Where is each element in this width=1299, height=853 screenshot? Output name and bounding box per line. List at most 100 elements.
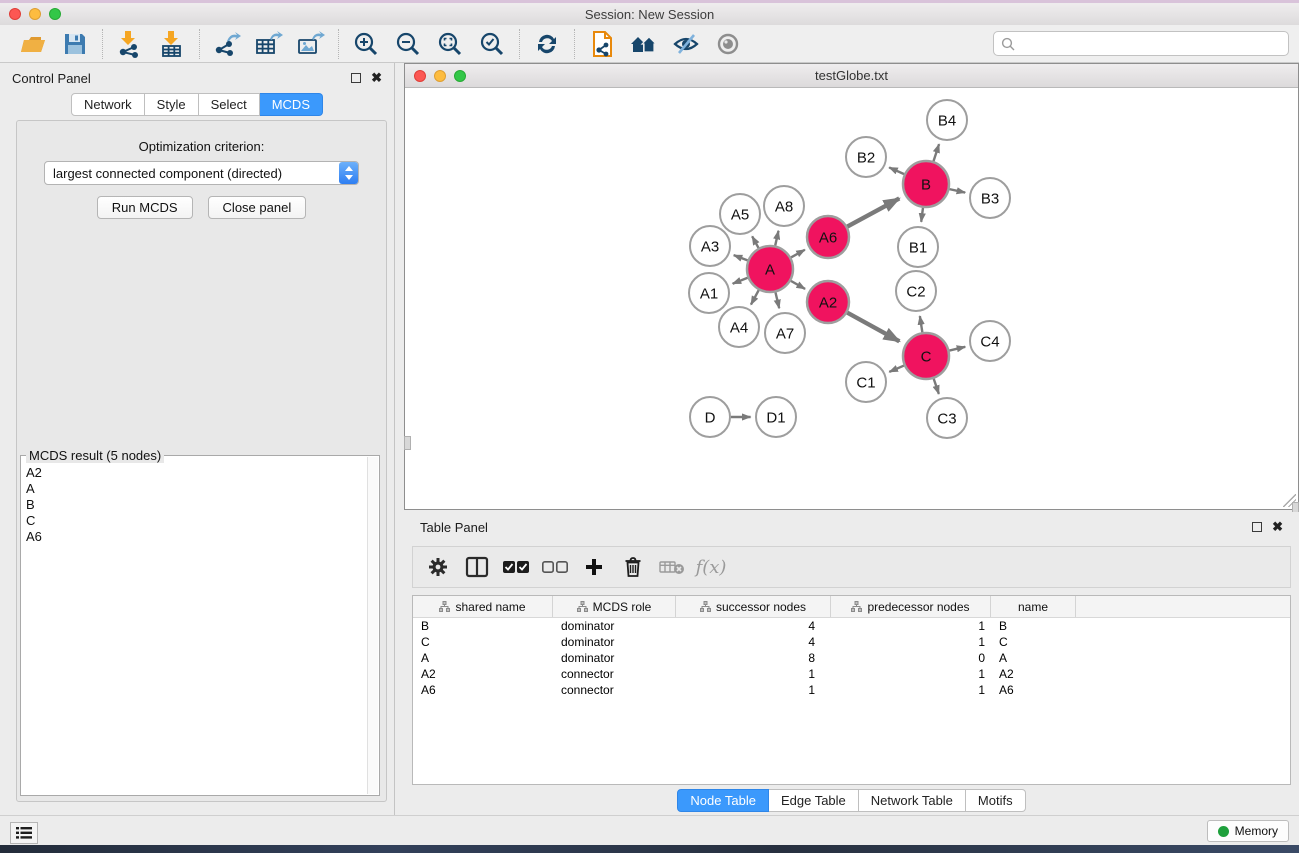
add-column-icon[interactable]: [579, 552, 609, 582]
zoom-selected-icon[interactable]: [475, 28, 509, 60]
column-header-successor-nodes[interactable]: successor nodes: [676, 596, 831, 617]
network-canvas[interactable]: B4B2BB3A8A5A6A3B1AC2A1A2A4A7C4CC1C3DD1: [405, 88, 1298, 509]
network-graph[interactable]: B4B2BB3A8A5A6A3B1AC2A1A2A4A7C4CC1C3DD1: [405, 88, 1298, 509]
column-header-shared-name[interactable]: shared name: [413, 596, 553, 617]
graph-edge-A-A3[interactable]: [734, 255, 748, 260]
graph-node-C4[interactable]: C4: [970, 321, 1010, 361]
column-header-name[interactable]: name: [991, 596, 1076, 617]
result-scrollbar[interactable]: [367, 457, 378, 794]
search-input[interactable]: [1015, 36, 1288, 51]
show-selection-eye-icon[interactable]: [711, 28, 745, 60]
tab-edge-table[interactable]: Edge Table: [769, 789, 859, 812]
result-item[interactable]: B: [22, 497, 367, 513]
refresh-icon[interactable]: [530, 28, 564, 60]
graph-node-D[interactable]: D: [690, 397, 730, 437]
graph-node-C1[interactable]: C1: [846, 362, 886, 402]
graph-node-A8[interactable]: A8: [764, 186, 804, 226]
open-folder-icon[interactable]: [16, 28, 50, 60]
graph-edge-A2-C[interactable]: [847, 313, 899, 342]
table-row[interactable]: Cdominator41C: [413, 634, 1290, 650]
split-columns-icon[interactable]: [462, 552, 492, 582]
table-row[interactable]: A6connector11A6: [413, 682, 1290, 698]
memory-button[interactable]: Memory: [1207, 820, 1289, 842]
tab-mcds[interactable]: MCDS: [260, 93, 323, 116]
graph-node-A6[interactable]: A6: [807, 216, 849, 258]
graph-node-A[interactable]: A: [747, 246, 793, 292]
graph-edge-C-C2[interactable]: [920, 316, 922, 332]
delete-column-trash-icon[interactable]: [618, 552, 648, 582]
zoom-in-icon[interactable]: [349, 28, 383, 60]
graph-edge-A-A8[interactable]: [775, 231, 778, 246]
delete-table-icon[interactable]: [657, 552, 687, 582]
graph-edge-C-C4[interactable]: [949, 347, 965, 351]
graph-node-A5[interactable]: A5: [720, 194, 760, 234]
close-panel-icon[interactable]: ✖: [371, 73, 382, 83]
graph-edge-C-C3[interactable]: [934, 379, 939, 394]
zoom-out-icon[interactable]: [391, 28, 425, 60]
export-image-icon[interactable]: [294, 28, 328, 60]
settings-gear-icon[interactable]: [423, 552, 453, 582]
run-mcds-button[interactable]: Run MCDS: [97, 196, 193, 219]
graph-node-B2[interactable]: B2: [846, 137, 886, 177]
new-network-from-file-icon[interactable]: [585, 28, 619, 60]
tab-network-table[interactable]: Network Table: [859, 789, 966, 812]
import-network-icon[interactable]: [113, 28, 147, 60]
column-header-MCDS-role[interactable]: MCDS role: [553, 596, 676, 617]
graph-edge-B-B1[interactable]: [921, 208, 923, 222]
graph-edge-A-A2[interactable]: [791, 281, 805, 289]
graph-edge-A-A5[interactable]: [752, 236, 758, 248]
graph-node-A2[interactable]: A2: [807, 281, 849, 323]
zoom-fit-icon[interactable]: [433, 28, 467, 60]
graph-edge-B-B4[interactable]: [933, 144, 939, 161]
function-builder-icon[interactable]: f(x): [696, 552, 726, 582]
export-network-icon[interactable]: [210, 28, 244, 60]
node-table[interactable]: shared nameMCDS rolesuccessor nodesprede…: [412, 595, 1291, 785]
tab-select[interactable]: Select: [199, 93, 260, 116]
graph-edge-B-B2[interactable]: [889, 167, 904, 174]
graph-node-B4[interactable]: B4: [927, 100, 967, 140]
task-history-button[interactable]: [10, 822, 38, 844]
result-item[interactable]: A2: [22, 465, 367, 481]
float-panel-icon[interactable]: [351, 73, 361, 83]
tab-node-table[interactable]: Node Table: [677, 789, 769, 812]
search-field[interactable]: [993, 31, 1289, 56]
graph-node-D1[interactable]: D1: [756, 397, 796, 437]
left-splitter-grip[interactable]: [404, 436, 411, 450]
graph-edge-B-B3[interactable]: [949, 189, 965, 192]
graph-edge-A-A7[interactable]: [775, 292, 779, 308]
table-close-panel-icon[interactable]: ✖: [1272, 522, 1283, 532]
optimization-criterion-dropdown[interactable]: largest connected component (directed): [44, 161, 359, 185]
import-table-icon[interactable]: [155, 28, 189, 60]
result-item[interactable]: C: [22, 513, 367, 529]
graph-node-B3[interactable]: B3: [970, 178, 1010, 218]
hide-selection-eye-icon[interactable]: [669, 28, 703, 60]
graph-edge-C-C1[interactable]: [889, 366, 904, 372]
table-row[interactable]: Adominator80A: [413, 650, 1290, 666]
graph-edge-A6-B[interactable]: [847, 198, 899, 226]
graph-node-A3[interactable]: A3: [690, 226, 730, 266]
show-all-networks-icon[interactable]: [627, 28, 661, 60]
deselect-all-checkboxes-icon[interactable]: [540, 552, 570, 582]
save-session-icon[interactable]: [58, 28, 92, 60]
graph-edge-A-A6[interactable]: [791, 250, 805, 258]
tab-network[interactable]: Network: [71, 93, 145, 116]
graph-node-C3[interactable]: C3: [927, 398, 967, 438]
mcds-result-list[interactable]: A2ABCA6: [22, 457, 367, 794]
tab-style[interactable]: Style: [145, 93, 199, 116]
tab-motifs[interactable]: Motifs: [966, 789, 1026, 812]
export-table-icon[interactable]: [252, 28, 286, 60]
graph-edge-A-A4[interactable]: [751, 290, 759, 304]
select-all-checkboxes-icon[interactable]: [501, 552, 531, 582]
graph-node-A4[interactable]: A4: [719, 307, 759, 347]
graph-node-B[interactable]: B: [903, 161, 949, 207]
table-row[interactable]: Bdominator41B: [413, 618, 1290, 634]
column-header-predecessor-nodes[interactable]: predecessor nodes: [831, 596, 991, 617]
result-item[interactable]: A: [22, 481, 367, 497]
table-float-panel-icon[interactable]: [1252, 522, 1262, 532]
graph-node-B1[interactable]: B1: [898, 227, 938, 267]
close-panel-button[interactable]: Close panel: [208, 196, 307, 219]
graph-node-A7[interactable]: A7: [765, 313, 805, 353]
graph-edge-A-A1[interactable]: [733, 278, 748, 284]
graph-node-A1[interactable]: A1: [689, 273, 729, 313]
graph-node-C[interactable]: C: [903, 333, 949, 379]
